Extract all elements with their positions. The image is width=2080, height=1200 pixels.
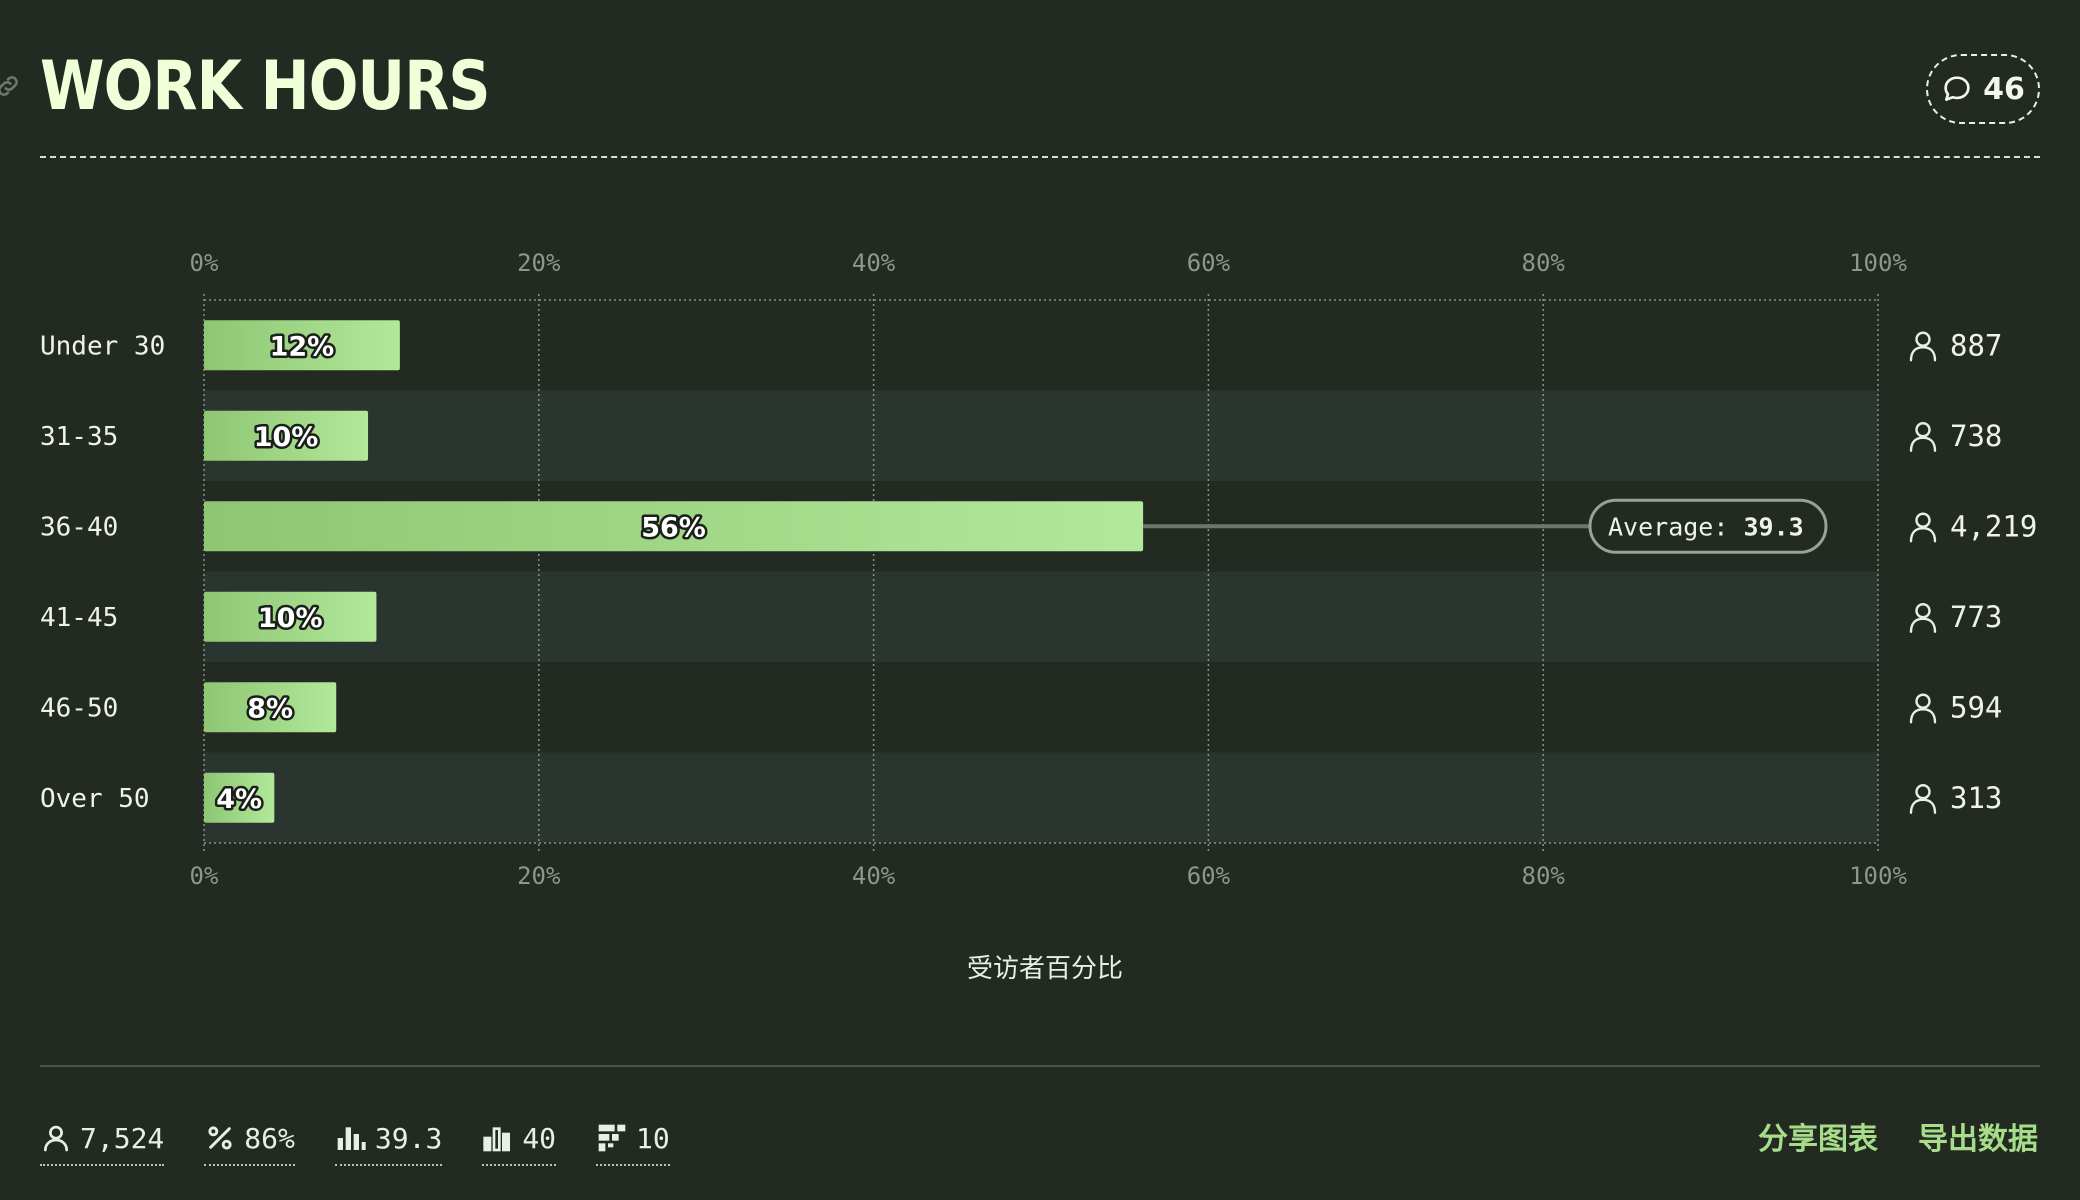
x-tick-label-bottom: 0% [190, 862, 219, 890]
share-chart-button[interactable]: 分享图表 [1758, 1114, 1878, 1158]
percent-icon [208, 1126, 232, 1150]
bar-value-label: 8% [247, 693, 293, 724]
x-tick-label-top: 100% [1849, 249, 1907, 277]
bar-value-label: 4% [216, 784, 262, 815]
stat-options-value: 10 [636, 1121, 670, 1155]
person-icon [1909, 784, 1937, 814]
category-label: Over 50 [40, 784, 150, 814]
person-icon [1909, 422, 1937, 452]
category-label: 46-50 [40, 693, 118, 723]
respondent-count: 594 [1950, 690, 2002, 724]
x-tick-label-bottom: 20% [517, 862, 561, 890]
export-data-button[interactable]: 导出数据 [1918, 1114, 2038, 1158]
x-axis-title: 受访者百分比 [966, 954, 1123, 984]
stat-response-rate-value: 86% [244, 1121, 295, 1155]
person-icon [1909, 603, 1937, 633]
respondent-count: 887 [1950, 328, 2002, 362]
bar-value-label: 12% [270, 331, 335, 362]
stat-options[interactable]: 10 [596, 1118, 670, 1166]
x-tick-label-bottom: 100% [1849, 862, 1907, 890]
stat-respondents-value: 7,524 [80, 1121, 165, 1155]
x-tick-label-top: 60% [1187, 249, 1231, 277]
stat-median[interactable]: 40 [482, 1118, 557, 1166]
x-tick-label-top: 80% [1522, 249, 1566, 277]
summary-stats: 7,524 86% 39.3 40 10 [40, 1112, 670, 1172]
median-chart-icon [483, 1127, 511, 1152]
x-tick-label-bottom: 60% [1187, 862, 1231, 890]
category-label: 36-40 [40, 512, 118, 542]
person-icon [1909, 512, 1937, 543]
stat-average[interactable]: 39.3 [334, 1118, 443, 1166]
row-band [204, 571, 1878, 662]
person-icon [1909, 331, 1937, 362]
person-icon [44, 1125, 68, 1152]
average-label: Average: 39.3 [1608, 512, 1804, 541]
category-label: 41-45 [40, 603, 118, 633]
stat-response-rate[interactable]: 86% [204, 1118, 295, 1166]
respondent-count: 738 [1950, 419, 2002, 453]
footer-divider [40, 1065, 2040, 1067]
grid-chart-icon [598, 1124, 626, 1152]
bar-chart: 0% 0% 20% 20% 40% 40% 60% 60% 80% 80% 100% 100% Unde… [40, 249, 2037, 890]
stat-median-value: 40 [522, 1121, 557, 1155]
respondent-count: 4,219 [1950, 509, 2037, 543]
stat-respondents[interactable]: 7,524 [40, 1118, 165, 1166]
work-hours-card: WORK HOURS 46 0% 0% 20% 20% 40% 40% 60% 60% 80% 8… [0, 0, 2080, 1200]
average-value: 39.3 [1743, 512, 1803, 541]
x-tick-label-top: 20% [517, 249, 561, 277]
x-tick-label-top: 40% [852, 249, 896, 277]
person-icon [1909, 693, 1937, 724]
respondent-count: 313 [1950, 781, 2002, 815]
chart-actions: 分享图表 导出数据 [1758, 1114, 2038, 1158]
stat-average-value: 39.3 [374, 1121, 443, 1155]
category-label: 31-35 [40, 422, 118, 452]
row-band [204, 390, 1878, 481]
row-band [204, 752, 1878, 843]
bar-value-label: 10% [258, 603, 323, 634]
bar-chart-icon [337, 1127, 366, 1150]
x-tick-label-top: 0% [190, 249, 219, 277]
category-label: Under 30 [40, 331, 165, 361]
x-tick-label-bottom: 80% [1522, 862, 1566, 890]
bar-value-label: 10% [254, 422, 319, 453]
respondent-count: 773 [1950, 600, 2002, 634]
bar-value-label: 56% [641, 512, 706, 543]
x-tick-label-bottom: 40% [852, 862, 896, 890]
